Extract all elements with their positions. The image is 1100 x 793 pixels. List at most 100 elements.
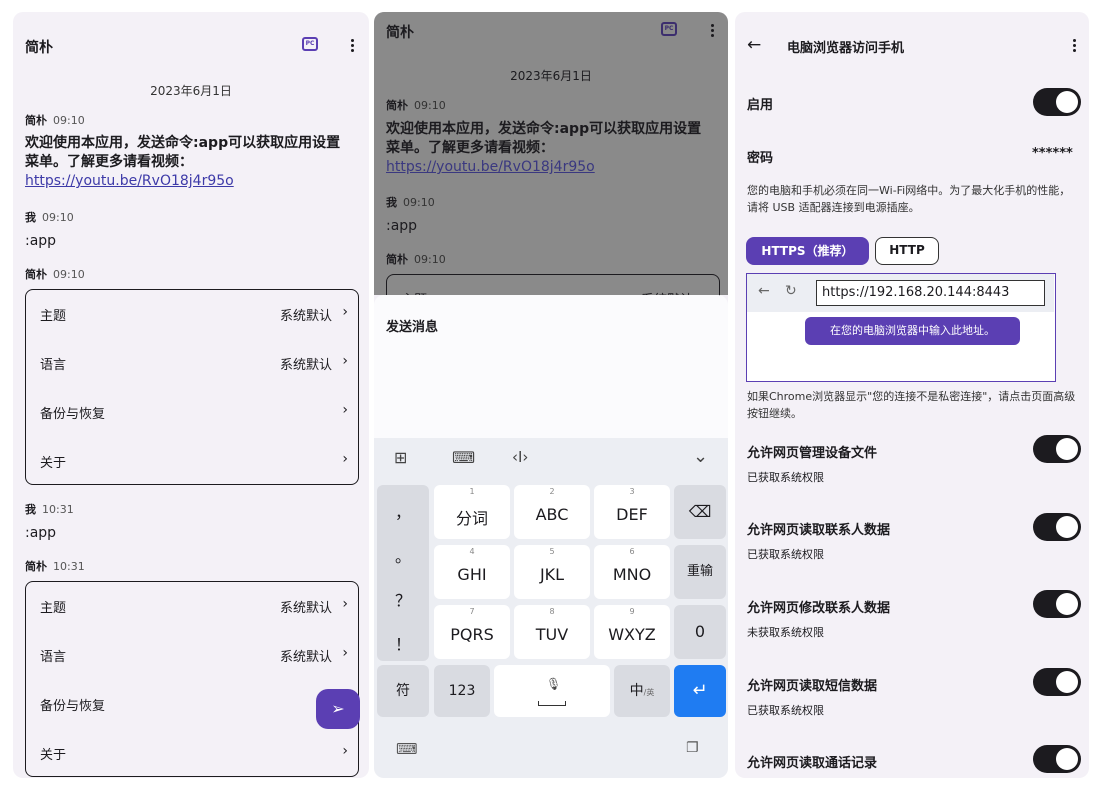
chevron-right-icon: › — [342, 353, 348, 369]
send-fab[interactable]: ➢ — [316, 689, 360, 729]
chevron-right-icon: › — [342, 402, 348, 418]
permission-label: 允许网页修改联系人数据 — [747, 601, 891, 616]
url-tooltip: 在您的电脑浏览器中输入此地址。 — [805, 317, 1020, 345]
enable-label: 启用 — [747, 98, 774, 113]
browser-refresh-icon: ↻ — [785, 283, 797, 299]
chevron-right-icon: › — [342, 645, 348, 661]
more-options-icon[interactable] — [1073, 39, 1077, 54]
message-header: 我 09:10 — [386, 196, 435, 209]
pc-icon[interactable]: PC — [302, 37, 318, 51]
https-button[interactable]: HTTPS（推荐） — [746, 237, 869, 265]
key-period[interactable]: 。 — [377, 543, 429, 567]
settings-menu-card: 主题 系统默认 › 语言 系统默认 › 备份与恢复 关于 › — [25, 581, 359, 777]
message-header: 简朴 09:10 — [386, 99, 446, 112]
space-key[interactable]: 🎙 — [494, 665, 610, 717]
key-comma[interactable]: ， — [377, 499, 429, 523]
welcome-message: 欢迎使用本应用，发送命令:app可以获取应用设置菜单。了解更多请看视频：http… — [25, 135, 341, 189]
menu-item-backup[interactable]: 备份与恢复 › — [40, 402, 348, 423]
chevron-right-icon: › — [342, 743, 348, 759]
dimmed-chat-background: 简朴 PC 2023年6月1日 简朴 09:10 欢迎使用本应用，发送命令:app… — [374, 12, 728, 308]
user-message: :app — [25, 233, 57, 249]
date-divider: 2023年6月1日 — [510, 69, 592, 83]
send-message-sheet: 发送消息 ⊞ ⌨ ‹I› ⌄ ， 。 ？ ！ 1 分词 2 ABC 3 DEF ⌫ 4… — [374, 295, 728, 778]
key-7[interactable]: 7 PQRS — [434, 605, 510, 659]
enable-toggle[interactable] — [1033, 88, 1081, 116]
user-message: :app — [25, 525, 57, 541]
menu-item-theme[interactable]: 主题 系统默认 › — [40, 304, 348, 325]
back-arrow-icon[interactable]: ← — [747, 35, 761, 55]
user-message: :app — [386, 218, 418, 234]
welcome-message: 欢迎使用本应用，发送命令:app可以获取应用设置菜单。了解更多请看视频：http… — [386, 121, 702, 175]
app-title: 简朴 — [25, 40, 53, 56]
video-link[interactable]: https://youtu.be/RvO18j4r95o — [386, 159, 595, 175]
chevron-right-icon: › — [342, 451, 348, 467]
chat-screen-keyboard: 简朴 PC 2023年6月1日 简朴 09:10 欢迎使用本应用，发送命令:app… — [374, 12, 728, 778]
permission-label: 允许网页管理设备文件 — [747, 446, 878, 461]
key-6[interactable]: 6 MNO — [594, 545, 670, 599]
backspace-key[interactable]: ⌫ — [674, 485, 726, 539]
key-5[interactable]: 5 JKL — [514, 545, 590, 599]
menu-item-about[interactable]: 关于 › — [40, 451, 348, 472]
key-exclaim[interactable]: ！ — [377, 631, 429, 655]
read-contacts-toggle[interactable] — [1033, 513, 1081, 541]
date-divider: 2023年6月1日 — [150, 84, 232, 98]
send-icon: ➢ — [331, 699, 345, 718]
manage-files-toggle[interactable] — [1033, 435, 1081, 463]
ime-keyboard: ⊞ ⌨ ‹I› ⌄ ， 。 ？ ！ 1 分词 2 ABC 3 DEF ⌫ 4 GHI 5… — [374, 438, 728, 778]
retype-key[interactable]: 重输 — [674, 545, 726, 599]
apps-grid-icon[interactable]: ⊞ — [394, 448, 407, 467]
menu-item-language[interactable]: 语言 系统默认 › — [40, 353, 348, 374]
message-header: 简朴 09:10 — [386, 253, 446, 266]
message-header: 简朴 09:10 — [25, 114, 85, 127]
permission-status: 已获取系统权限 — [747, 548, 824, 561]
browser-access-settings: ← 电脑浏览器访问手机 启用 密码 ****** 您的电脑和手机必须在同一Wi-… — [735, 12, 1089, 778]
permission-status: 已获取系统权限 — [747, 471, 824, 484]
key-question[interactable]: ？ — [377, 587, 429, 611]
permission-status: 已获取系统权限 — [747, 704, 824, 717]
key-8[interactable]: 8 TUV — [514, 605, 590, 659]
browser-preview: ← ↻ https://192.168.20.144:8443 在您的电脑浏览器… — [746, 273, 1056, 382]
read-sms-toggle[interactable] — [1033, 668, 1081, 696]
url-field[interactable]: https://192.168.20.144:8443 — [816, 280, 1045, 306]
language-switch-key[interactable]: 中/英 — [614, 665, 670, 717]
more-options-icon[interactable] — [711, 24, 715, 39]
enter-key[interactable]: ↵ — [674, 665, 726, 717]
collapse-keyboard-icon[interactable]: ⌄ — [693, 446, 708, 467]
browser-back-icon: ← — [758, 283, 770, 299]
key-9[interactable]: 9 WXYZ — [594, 605, 670, 659]
password-label: 密码 — [747, 151, 774, 166]
http-button[interactable]: HTTP — [875, 237, 939, 265]
key-3[interactable]: 3 DEF — [594, 485, 670, 539]
video-link[interactable]: https://youtu.be/RvO18j4r95o — [25, 173, 234, 189]
backspace-icon: ⌫ — [688, 502, 712, 521]
network-hint: 您的电脑和手机必须在同一Wi-Fi网络中。为了最大化手机的性能，请将 USB 适… — [747, 184, 1071, 214]
key-0[interactable]: 0 — [674, 605, 726, 659]
symbol-key[interactable]: 符 — [377, 665, 429, 717]
menu-item-theme[interactable]: 主题 系统默认 › — [40, 596, 348, 617]
key-1[interactable]: 1 分词 — [434, 485, 510, 539]
permission-label: 允许网页读取联系人数据 — [747, 523, 891, 538]
pc-icon[interactable]: PC — [661, 22, 677, 36]
chat-screen: 简朴 PC 2023年6月1日 简朴 09:10 欢迎使用本应用，发送命令:app… — [13, 12, 369, 778]
settings-menu-card: 主题 系统默认 › 语言 系统默认 › 备份与恢复 › 关于 › — [25, 289, 359, 485]
modify-contacts-toggle[interactable] — [1033, 590, 1081, 618]
key-2[interactable]: 2 ABC — [514, 485, 590, 539]
menu-item-backup[interactable]: 备份与恢复 — [40, 695, 348, 715]
microphone-icon: 🎙 — [546, 677, 562, 691]
keyboard-layout-icon[interactable]: ⌨ — [452, 448, 475, 467]
more-options-icon[interactable] — [351, 39, 355, 54]
permission-label: 允许网页读取通话记录 — [747, 756, 878, 771]
menu-item-about[interactable]: 关于 › — [40, 743, 348, 764]
key-4[interactable]: 4 GHI — [434, 545, 510, 599]
app-title: 简朴 — [386, 25, 414, 41]
password-value[interactable]: ****** — [1032, 146, 1073, 161]
numeric-key[interactable]: 123 — [434, 665, 490, 717]
clipboard-icon[interactable]: ❐ — [686, 740, 699, 756]
permission-label: 允许网页读取短信数据 — [747, 679, 878, 694]
menu-item-language[interactable]: 语言 系统默认 › — [40, 645, 348, 666]
read-call-log-toggle[interactable] — [1033, 745, 1081, 773]
space-bar-icon — [538, 701, 566, 706]
cursor-icon[interactable]: ‹I› — [512, 448, 528, 466]
keyboard-icon[interactable]: ⌨ — [396, 740, 418, 758]
message-input[interactable]: 发送消息 — [386, 316, 438, 335]
